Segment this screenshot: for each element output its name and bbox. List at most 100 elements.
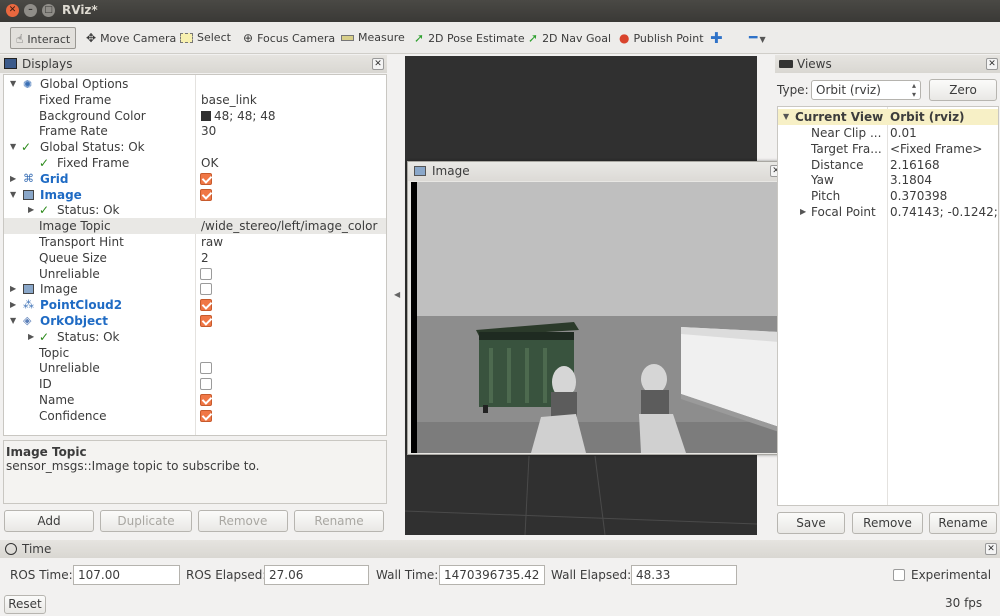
display-row-global-status[interactable]: ▼ ✓ Global Status: Ok (4, 139, 386, 155)
expand-down-icon[interactable]: ▼ (10, 76, 16, 92)
display-checkbox[interactable] (200, 315, 212, 327)
close-icon[interactable]: ✕ (986, 58, 998, 70)
expand-right-icon[interactable]: ▶ (10, 281, 16, 297)
expand-down-icon[interactable]: ▼ (10, 187, 16, 203)
display-row-image[interactable]: ▼ Image (4, 187, 386, 203)
wall-time-field[interactable]: 1470396735.42 (439, 565, 545, 585)
display-row-value[interactable]: raw (201, 234, 223, 250)
ros-elapsed-field[interactable]: 27.06 (264, 565, 369, 585)
display-row-image-status[interactable]: ▶ ✓ Status: Ok (4, 202, 386, 218)
color-swatch[interactable] (201, 110, 211, 121)
check-icon: ✓ (39, 156, 50, 170)
display-checkbox[interactable] (200, 299, 212, 312)
display-row-name[interactable]: Name (4, 392, 386, 408)
duplicate-display-button[interactable]: Duplicate (100, 510, 192, 532)
display-row-ork-status[interactable]: ▶ ✓ Status: Ok (4, 329, 386, 345)
display-row-pointcloud2[interactable]: ▶ ⁂ PointCloud2 (4, 297, 386, 313)
select-tool-button[interactable]: Select (180, 27, 231, 49)
display-checkbox[interactable] (200, 283, 212, 296)
focus-camera-tool-button[interactable]: ⊕ Focus Camera (243, 27, 335, 49)
nav-goal-tool-button[interactable]: ➚ 2D Nav Goal (528, 27, 611, 49)
view-row-2[interactable]: Distance 2.16168 (778, 157, 998, 173)
expand-down-icon[interactable]: ▼ (783, 109, 789, 125)
close-window-icon[interactable]: ✕ (6, 4, 19, 17)
add-tool-button[interactable]: ✚ (710, 27, 723, 49)
display-row-fixed-frame-status[interactable]: ✓ Fixed Frame OK (4, 155, 386, 171)
display-row-background-color[interactable]: Background Color 48; 48; 48 (4, 108, 386, 124)
publish-point-tool-button[interactable]: ● Publish Point (619, 27, 704, 49)
view-row-value[interactable]: 0.370398 (890, 188, 947, 204)
display-row-value[interactable]: 48; 48; 48 (214, 108, 276, 124)
current-view-header[interactable]: ▼ Current View Orbit (rviz) (778, 109, 998, 125)
view-row-3[interactable]: Yaw 3.1804 (778, 172, 998, 188)
display-checkbox[interactable] (200, 267, 212, 280)
display-row-image-2[interactable]: ▶ Image (4, 281, 386, 297)
display-row-topic[interactable]: Topic (4, 345, 386, 361)
view-row-value[interactable]: 0.01 (890, 125, 917, 141)
view-row-4[interactable]: Pitch 0.370398 (778, 188, 998, 204)
view-row-label: Target Fra... (811, 141, 882, 156)
display-row-orkobject[interactable]: ▼ ◈ OrkObject (4, 313, 386, 329)
close-icon[interactable]: ✕ (985, 543, 997, 555)
image-panel[interactable]: Image ✕ (407, 161, 787, 455)
display-row-fixed-frame[interactable]: Fixed Frame base_link (4, 92, 386, 108)
view-row-value[interactable]: 2.16168 (890, 157, 940, 173)
ros-time-field[interactable]: 107.00 (73, 565, 180, 585)
rename-display-button[interactable]: Rename (294, 510, 384, 532)
remove-tool-button[interactable]: ━ ▼ (749, 27, 766, 49)
display-row-value[interactable]: OK (201, 155, 218, 171)
splitter-collapse-icon[interactable]: ◀ (394, 290, 400, 299)
display-checkbox[interactable] (200, 378, 212, 391)
reset-button[interactable]: Reset (4, 595, 46, 614)
view-row-0[interactable]: Near Clip ... 0.01 (778, 125, 998, 141)
expand-right-icon[interactable]: ▶ (800, 204, 806, 220)
display-row-value[interactable]: 2 (201, 250, 209, 266)
display-row-transport-hint[interactable]: Transport Hint raw (4, 234, 386, 250)
display-row-value[interactable]: 30 (201, 123, 216, 139)
view-row-1[interactable]: Target Fra... <Fixed Frame> (778, 141, 998, 157)
display-row-value[interactable]: base_link (201, 92, 257, 108)
wall-elapsed-field[interactable]: 48.33 (631, 565, 737, 585)
interact-tool-button[interactable]: ☝ Interact (10, 27, 77, 49)
expand-right-icon[interactable]: ▶ (28, 329, 34, 345)
view-row-value[interactable]: 3.1804 (890, 172, 932, 188)
add-display-button[interactable]: Add (4, 510, 94, 532)
expand-down-icon[interactable]: ▼ (10, 139, 16, 155)
expand-right-icon[interactable]: ▶ (10, 297, 16, 313)
expand-right-icon[interactable]: ▶ (28, 202, 34, 218)
remove-display-button[interactable]: Remove (198, 510, 288, 532)
display-row-confidence[interactable]: Confidence (4, 408, 386, 424)
display-checkbox[interactable] (200, 172, 212, 185)
remove-view-button[interactable]: Remove (852, 512, 923, 534)
expand-right-icon[interactable]: ▶ (10, 171, 16, 187)
display-row-frame-rate[interactable]: Frame Rate 30 (4, 123, 386, 139)
display-row-queue-size[interactable]: Queue Size 2 (4, 250, 386, 266)
display-row-global-options[interactable]: ▼ ✺ Global Options (4, 76, 386, 92)
experimental-checkbox[interactable] (893, 569, 905, 581)
measure-tool-button[interactable]: Measure (341, 27, 405, 49)
view-row-5[interactable]: ▶ Focal Point 0.74143; -0.1242;... (778, 204, 998, 220)
close-icon[interactable]: ✕ (372, 58, 384, 70)
display-row-unreliable[interactable]: Unreliable (4, 266, 386, 282)
display-row-label: Unreliable (39, 361, 100, 376)
display-checkbox[interactable] (200, 188, 212, 201)
display-row-id[interactable]: ID (4, 376, 386, 392)
view-row-value[interactable]: 0.74143; -0.1242;... (890, 204, 998, 220)
expand-down-icon[interactable]: ▼ (10, 313, 16, 329)
display-checkbox[interactable] (200, 394, 212, 406)
pose-estimate-tool-button[interactable]: ➚ 2D Pose Estimate (414, 27, 525, 49)
move-camera-tool-button[interactable]: ✥ Move Camera (86, 27, 176, 49)
zero-button[interactable]: Zero (929, 79, 997, 101)
rename-view-button[interactable]: Rename (929, 512, 997, 534)
display-checkbox[interactable] (200, 409, 212, 422)
display-row-image-topic[interactable]: Image Topic/wide_stereo/left/image_color (4, 218, 386, 235)
minimize-window-icon[interactable]: – (24, 4, 37, 17)
display-row-value[interactable]: /wide_stereo/left/image_color (201, 218, 377, 234)
save-view-button[interactable]: Save (777, 512, 845, 534)
display-row-ork-unreliable[interactable]: Unreliable (4, 360, 386, 376)
display-row-grid[interactable]: ▶ ⌘ Grid (4, 171, 386, 187)
display-checkbox[interactable] (200, 362, 212, 375)
view-row-value[interactable]: <Fixed Frame> (890, 141, 982, 157)
maximize-window-icon[interactable]: □ (42, 4, 55, 17)
view-type-select[interactable]: Orbit (rviz) ▴ ▾ (811, 80, 921, 100)
